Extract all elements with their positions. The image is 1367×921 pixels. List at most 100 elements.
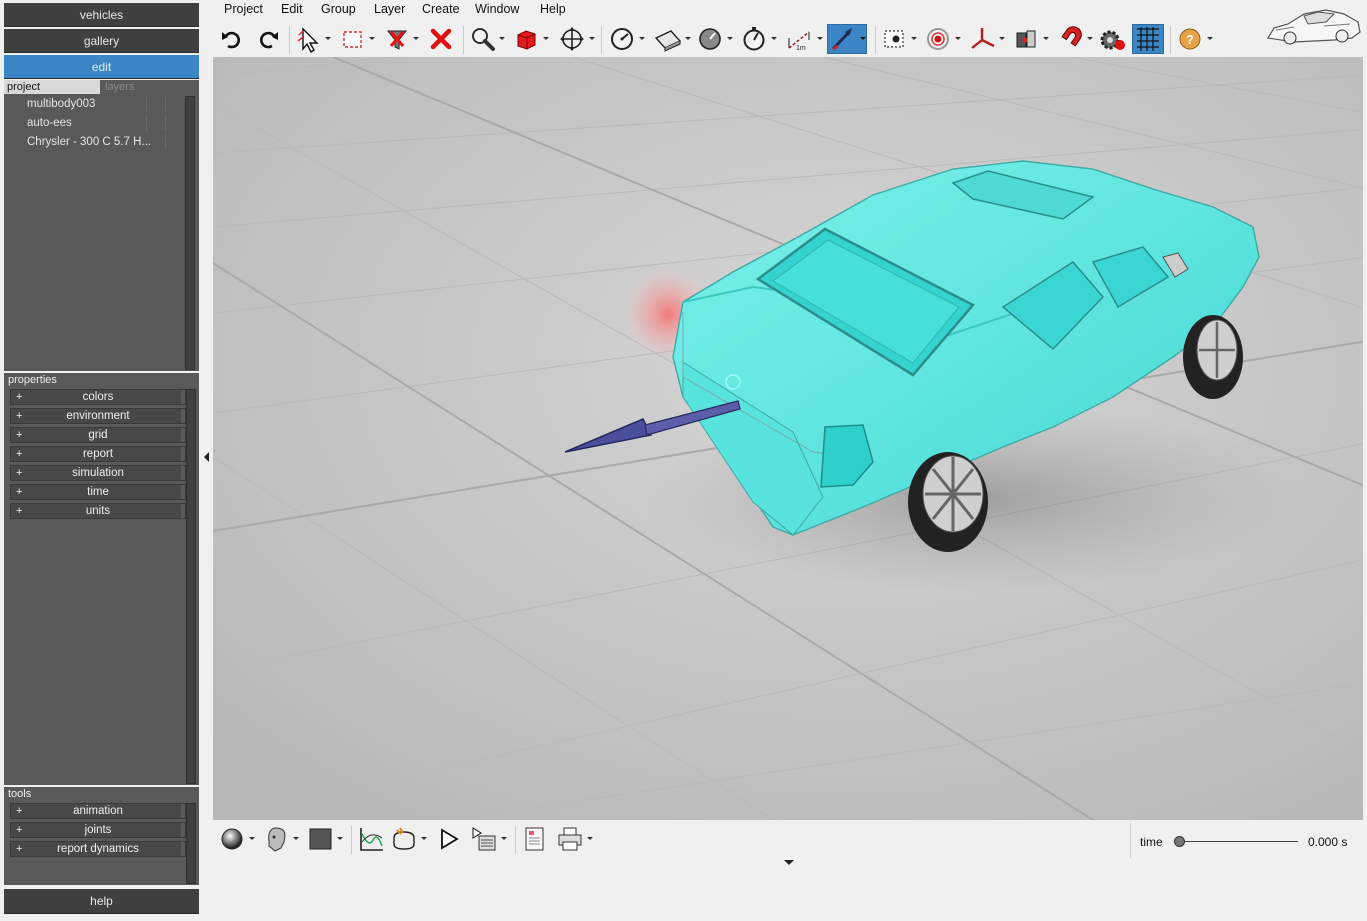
body-cube-icon[interactable] [513,24,551,54]
time-label: time [1140,835,1163,849]
row-cap [181,447,185,461]
print-icon[interactable] [555,824,593,854]
report-icon[interactable] [521,824,549,854]
property-units[interactable]: + units [10,503,186,519]
time-slider-track[interactable] [1178,841,1298,842]
camera-icon[interactable] [389,824,427,854]
tab-project[interactable]: project [4,80,100,94]
project-item-label: multibody003 [27,98,96,110]
tab-layers[interactable]: layers [102,80,199,94]
row-cap [181,409,185,423]
svg-text:?: ? [1186,32,1194,47]
item-cell [146,116,164,131]
property-simulation[interactable]: + simulation [10,465,186,481]
clock-icon[interactable] [609,24,645,54]
plane-icon[interactable] [653,24,691,54]
color-square-icon[interactable] [307,824,345,854]
expand-plus-icon: + [16,505,23,517]
select-rect-icon[interactable] [339,24,375,54]
delete-icon[interactable] [427,24,455,54]
collapse-panel-arrow-icon[interactable] [204,452,209,462]
expand-panel-arrow-icon[interactable] [784,860,794,865]
filter-delete-icon[interactable] [383,24,421,54]
3d-viewport[interactable] [213,57,1367,820]
tools-panel: + animation + joints + report dynamics [4,801,199,885]
menu-layer[interactable]: Layer [374,2,405,16]
nav-vehicles-button[interactable]: vehicles [4,3,199,27]
property-environment[interactable]: + environment [10,408,186,424]
expand-plus-icon: + [16,486,23,498]
undo-icon[interactable] [219,24,245,54]
stopwatch-icon[interactable] [741,24,777,54]
render-sphere-icon[interactable] [219,824,255,854]
property-time[interactable]: + time [10,484,186,500]
left-panel: vehicles gallery edit project layers mul… [0,0,201,921]
property-report[interactable]: + report [10,446,186,462]
tool-label: report dynamics [57,843,139,855]
bottom-toolbar: time 0.000 s [213,820,1367,916]
grid-icon[interactable] [1132,24,1164,54]
joint-icon[interactable] [1013,24,1049,54]
expand-plus-icon: + [16,843,23,855]
magnet-icon[interactable] [1057,24,1093,54]
expand-plus-icon: + [16,448,23,460]
menu-group[interactable]: Group [321,2,356,16]
nav-edit-button[interactable]: edit [4,55,199,79]
tool-label: animation [73,805,123,817]
property-label: simulation [72,467,124,479]
expand-plus-icon: + [16,391,23,403]
measure-icon[interactable]: 1m [785,24,823,54]
menu-window[interactable]: Window [475,2,519,16]
menu-project[interactable]: Project [224,2,263,16]
viewport-edge [1363,57,1367,820]
project-item-chrysler[interactable]: Chrysler - 300 C 5.7 H... [4,133,184,152]
property-colors[interactable]: + colors [10,389,186,405]
menu-edit[interactable]: Edit [281,2,303,16]
menu-create[interactable]: Create [422,2,460,16]
tool-report-dynamics[interactable]: + report dynamics [10,841,186,857]
head-view-icon[interactable] [263,824,299,854]
zoom-icon[interactable] [469,24,505,54]
tools-scrollbar[interactable] [186,803,196,884]
item-cell [165,135,183,150]
play-icon[interactable] [435,824,463,854]
target-icon[interactable] [925,24,961,54]
row-cap [181,823,185,837]
project-item-multibody[interactable]: multibody003 [4,95,184,114]
scene-canvas[interactable] [213,57,1367,820]
item-cell [146,97,164,112]
time-value: 0.000 s [1308,835,1348,849]
property-grid[interactable]: + grid [10,427,186,443]
tool-label: joints [84,824,112,836]
project-scrollbar[interactable] [185,96,195,370]
row-cap [181,390,185,404]
project-tabs: project layers [4,80,199,94]
help-button[interactable]: help [4,889,199,914]
settings-record-icon[interactable] [1097,24,1129,54]
property-label: report [82,448,114,460]
graph-icon[interactable] [357,824,385,854]
select-arrow-icon[interactable] [295,24,331,54]
force-vector-icon[interactable] [827,24,867,54]
row-cap [181,804,185,818]
project-item-label: auto-ees [27,117,72,129]
help-icon[interactable]: ? [1177,24,1213,54]
time-slider-knob[interactable] [1174,836,1185,847]
gauge-icon[interactable] [697,24,733,54]
redo-icon[interactable] [255,24,281,54]
properties-panel: + colors + environment + grid + report + simu… [4,387,199,785]
properties-scrollbar[interactable] [186,389,196,784]
tool-animation[interactable]: + animation [10,803,186,819]
tools-header: tools [4,787,199,801]
row-cap [181,504,185,518]
menu-help[interactable]: Help [540,2,566,16]
snap-point-icon[interactable] [881,24,919,54]
tool-joints[interactable]: + joints [10,822,186,838]
property-label: time [87,486,109,498]
row-cap [181,466,185,480]
render-list-icon[interactable] [469,824,507,854]
nav-gallery-button[interactable]: gallery [4,29,199,53]
project-item-auto-ees[interactable]: auto-ees [4,114,184,133]
axes-icon[interactable] [969,24,1005,54]
move-icon[interactable] [559,24,595,54]
